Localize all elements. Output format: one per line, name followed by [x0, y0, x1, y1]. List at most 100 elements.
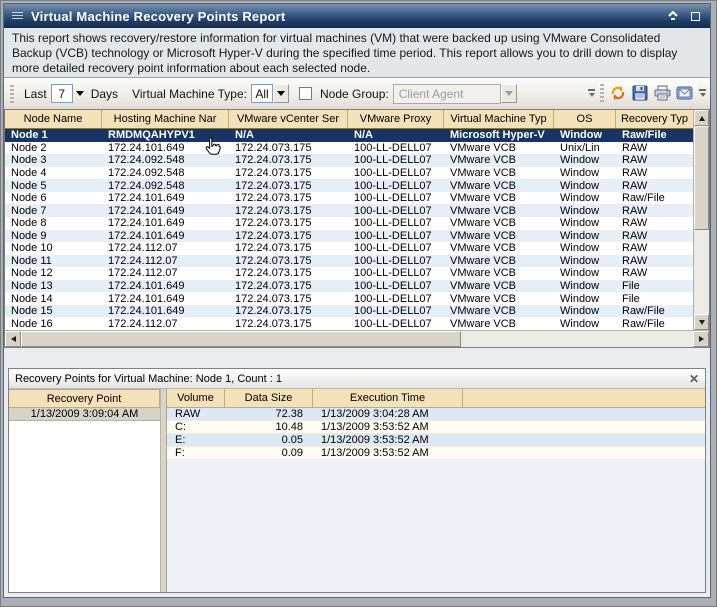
- cell: 72.38: [225, 408, 313, 420]
- column-header[interactable]: Recovery Typ: [616, 110, 693, 128]
- recovery-point-item[interactable]: 1/13/2009 3:09:04 AM: [9, 408, 160, 421]
- column-header[interactable]: Volume: [167, 389, 225, 407]
- cell: Node 8: [5, 217, 102, 230]
- table-row[interactable]: Node 2172.24.101.649172.24.073.175100-LL…: [5, 142, 693, 155]
- column-header[interactable]: Virtual Machine Typ: [444, 110, 554, 128]
- cell: 172.24.073.175: [229, 217, 348, 230]
- vm-type-select[interactable]: All: [251, 84, 273, 103]
- table-row[interactable]: Node 10172.24.112.07172.24.073.175100-LL…: [5, 242, 693, 255]
- column-header[interactable]: Node Name: [5, 110, 102, 128]
- cell: Node 10: [5, 242, 102, 255]
- drag-grip-icon: [12, 12, 23, 21]
- collapse-icon[interactable]: [666, 10, 680, 23]
- cell: 172.24.073.175: [229, 255, 348, 268]
- node-group-label: Node Group:: [320, 87, 389, 101]
- cell: VMware VCB: [444, 305, 554, 318]
- table-row[interactable]: Node 9172.24.101.649172.24.073.175100-LL…: [5, 230, 693, 243]
- recovery-point-column-header[interactable]: Recovery Point: [9, 389, 160, 408]
- filter-toolbar: Last 7 Days Virtual Machine Type: All No…: [4, 78, 710, 109]
- cell: Node 1: [5, 129, 102, 142]
- cell: Node 5: [5, 179, 102, 192]
- cell: VMware VCB: [444, 230, 554, 243]
- cell: 100-LL-DELL07: [348, 292, 444, 305]
- last-label: Last: [24, 87, 47, 101]
- print-icon[interactable]: [652, 83, 672, 103]
- vertical-scroll-thumb[interactable]: [694, 126, 709, 230]
- cell: RAW: [616, 204, 693, 217]
- column-header[interactable]: Execution Time: [313, 389, 463, 407]
- scroll-down-icon[interactable]: [694, 314, 709, 330]
- volume-table-body: RAW72.381/13/2009 3:04:28 AMC:10.481/13/…: [167, 408, 705, 460]
- close-icon[interactable]: ✕: [689, 373, 699, 385]
- last-days-select[interactable]: 7: [51, 84, 73, 103]
- column-header[interactable]: VMware Proxy: [348, 110, 444, 128]
- column-header[interactable]: Hosting Machine Nar: [102, 110, 229, 128]
- node-group-select[interactable]: Client Agent: [393, 84, 501, 104]
- cell: 172.24.073.175: [229, 267, 348, 280]
- cell: RAW: [616, 167, 693, 180]
- vm-type-dropdown-icon[interactable]: [273, 84, 289, 103]
- email-icon[interactable]: [674, 83, 694, 103]
- cell: 100-LL-DELL07: [348, 267, 444, 280]
- node-group-checkbox[interactable]: [299, 87, 312, 100]
- cell: Window: [554, 167, 616, 180]
- cell: Node 9: [5, 230, 102, 243]
- table-row[interactable]: Node 11172.24.112.07172.24.073.175100-LL…: [5, 255, 693, 268]
- column-header[interactable]: VMware vCenter Ser: [229, 110, 348, 128]
- table-row[interactable]: Node 13172.24.101.649172.24.073.175100-L…: [5, 280, 693, 293]
- maximize-icon[interactable]: [688, 10, 702, 23]
- scroll-up-icon[interactable]: [694, 110, 709, 126]
- report-window: Virtual Machine Recovery Points Report T…: [0, 0, 717, 607]
- table-row[interactable]: Node 14172.24.101.649172.24.073.175100-L…: [5, 292, 693, 305]
- column-header[interactable]: OS: [554, 110, 616, 128]
- cell: 172.24.073.175: [229, 292, 348, 305]
- volume-row[interactable]: F:0.091/13/2009 3:53:52 AM: [167, 447, 705, 460]
- table-row[interactable]: Node 3172.24.092.548172.24.073.175100-LL…: [5, 154, 693, 167]
- cell: Node 16: [5, 317, 102, 330]
- cell: 172.24.101.649: [102, 204, 229, 217]
- cell: 172.24.073.175: [229, 192, 348, 205]
- scroll-left-icon[interactable]: [5, 331, 21, 347]
- volume-table-header: VolumeData SizeExecution Time: [167, 389, 705, 408]
- table-row[interactable]: Node 1RMDMQAHYPV1N/AN/AMicrosoft Hyper-V…: [5, 129, 693, 142]
- days-label: Days: [91, 87, 118, 101]
- toolbar-grip-icon: [10, 85, 14, 103]
- table-row[interactable]: Node 16172.24.112.07172.24.073.175100-LL…: [5, 317, 693, 330]
- volume-row[interactable]: E:0.051/13/2009 3:53:52 AM: [167, 434, 705, 447]
- table-row[interactable]: Node 7172.24.101.649172.24.073.175100-LL…: [5, 204, 693, 217]
- table-row[interactable]: Node 8172.24.101.649172.24.073.175100-LL…: [5, 217, 693, 230]
- table-row[interactable]: Node 5172.24.092.548172.24.073.175100-LL…: [5, 179, 693, 192]
- cell: 172.24.112.07: [102, 242, 229, 255]
- horizontal-scrollbar[interactable]: [5, 330, 709, 347]
- scroll-right-icon[interactable]: [693, 331, 709, 347]
- portlet-titlebar[interactable]: Virtual Machine Recovery Points Report: [4, 4, 710, 28]
- recovery-point-list: Recovery Point 1/13/2009 3:09:04 AM: [9, 389, 161, 592]
- horizontal-scroll-thumb[interactable]: [21, 331, 461, 347]
- cell: 172.24.112.07: [102, 317, 229, 330]
- volume-row[interactable]: RAW72.381/13/2009 3:04:28 AM: [167, 408, 705, 421]
- table-row[interactable]: Node 6172.24.101.649172.24.073.175100-LL…: [5, 192, 693, 205]
- cell: 1/13/2009 3:53:52 AM: [313, 421, 463, 433]
- cell: Node 6: [5, 192, 102, 205]
- cell: RAW: [616, 242, 693, 255]
- cell: 100-LL-DELL07: [348, 217, 444, 230]
- volume-row[interactable]: C:10.481/13/2009 3:53:52 AM: [167, 421, 705, 434]
- cell: Node 4: [5, 167, 102, 180]
- table-row[interactable]: Node 15172.24.101.649172.24.073.175100-L…: [5, 305, 693, 318]
- cell: 172.24.112.07: [102, 267, 229, 280]
- cell: Microsoft Hyper-V: [444, 129, 554, 142]
- save-icon[interactable]: [630, 83, 650, 103]
- toolbar-overflow2-icon[interactable]: [697, 83, 708, 103]
- cell: Node 3: [5, 154, 102, 167]
- last-days-dropdown-icon[interactable]: [73, 85, 87, 103]
- report-description: This report shows recovery/restore infor…: [4, 28, 710, 78]
- table-row[interactable]: Node 12172.24.112.07172.24.073.175100-LL…: [5, 267, 693, 280]
- cell: 100-LL-DELL07: [348, 230, 444, 243]
- vertical-scrollbar[interactable]: [693, 110, 709, 330]
- cell: RAW: [616, 255, 693, 268]
- refresh-icon[interactable]: [608, 83, 628, 103]
- toolbar-overflow-icon[interactable]: [586, 83, 597, 103]
- table-row[interactable]: Node 4172.24.092.548172.24.073.175100-LL…: [5, 167, 693, 180]
- cell: Unix/Lin: [554, 142, 616, 155]
- column-header[interactable]: Data Size: [225, 389, 313, 407]
